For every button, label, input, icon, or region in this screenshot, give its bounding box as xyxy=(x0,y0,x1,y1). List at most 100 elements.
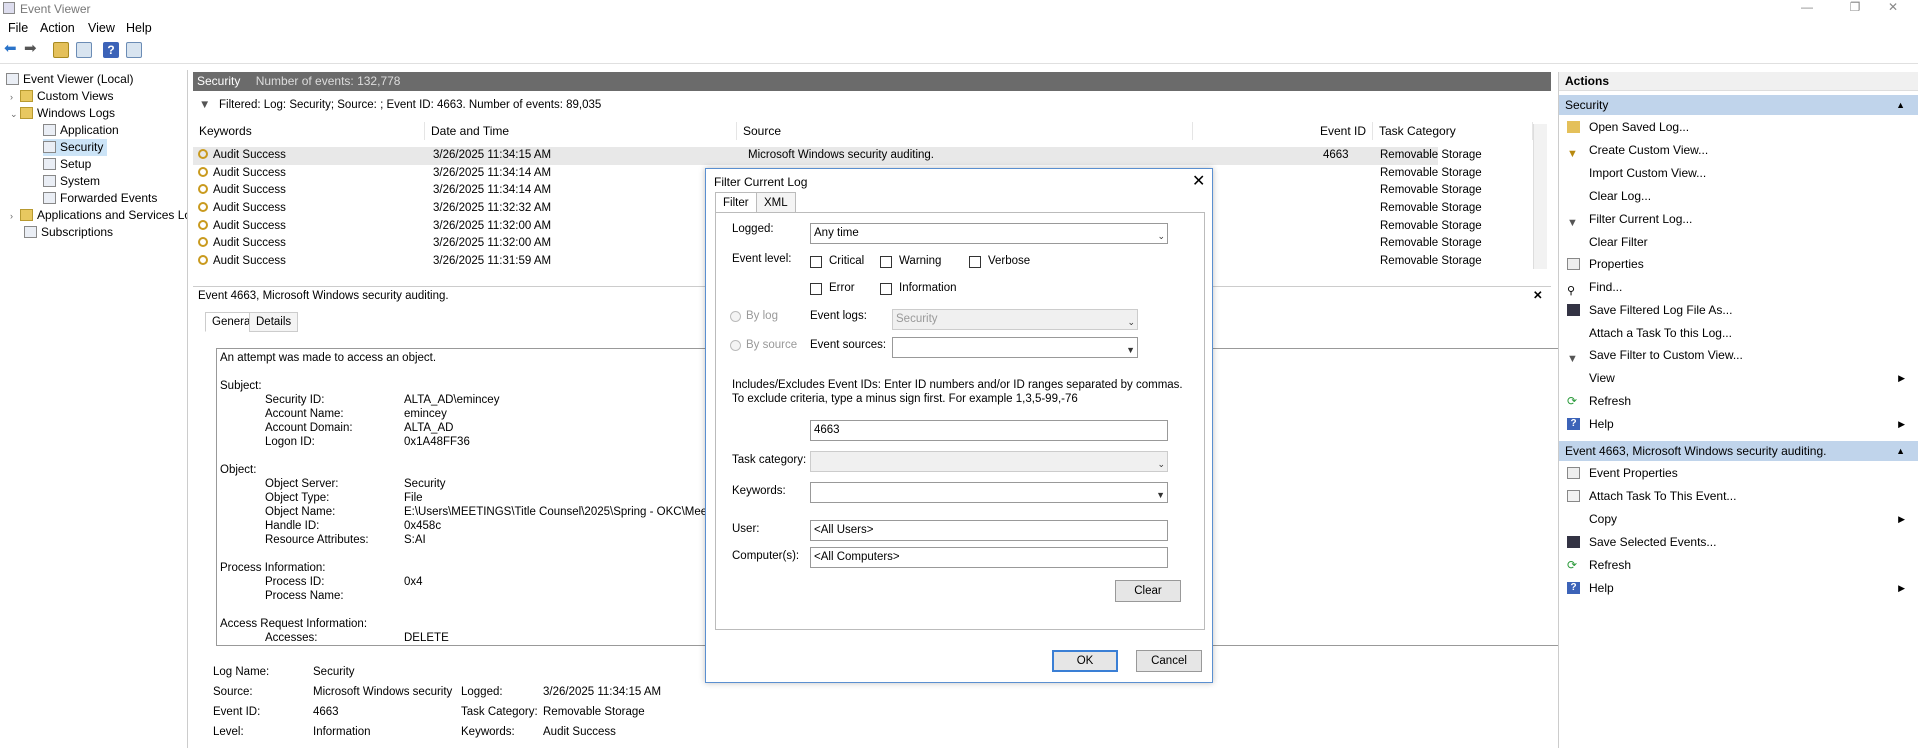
column-source[interactable]: Source xyxy=(737,122,1193,140)
back-arrow-icon[interactable]: ⬅ xyxy=(4,41,20,58)
action-copy[interactable]: Copy ▶ xyxy=(1559,509,1918,529)
log-icon xyxy=(43,141,56,153)
forward-arrow-icon[interactable]: ➡ xyxy=(24,41,40,58)
computers-input[interactable]: <All Computers> xyxy=(810,547,1168,568)
show-hide-action-pane-icon[interactable] xyxy=(126,42,142,58)
window-title: Event Viewer xyxy=(20,2,91,16)
chevron-right-icon[interactable]: › xyxy=(10,208,20,225)
keywords-dropdown[interactable]: ▼ xyxy=(810,482,1168,503)
keywords-cell: Audit Success xyxy=(198,235,286,253)
help-icon[interactable]: ? xyxy=(103,42,119,58)
action-create-custom-view[interactable]: ▼ Create Custom View... xyxy=(1559,140,1918,160)
event-logs-dropdown[interactable]: Security ⌄ xyxy=(892,309,1138,330)
actions-section-event[interactable]: Event 4663, Microsoft Windows security a… xyxy=(1559,441,1918,461)
collapse-icon[interactable]: ▲ xyxy=(1896,441,1905,461)
tab-details[interactable]: Details xyxy=(249,312,299,332)
user-label: User: xyxy=(732,523,760,535)
dialog-tab-xml[interactable]: XML xyxy=(756,192,796,212)
column-date-time[interactable]: Date and Time xyxy=(425,122,737,140)
action-label: Attach a Task To this Log... xyxy=(1589,326,1732,340)
tree-item-security[interactable]: Security xyxy=(43,139,107,156)
maximize-icon[interactable]: ❐ xyxy=(1840,0,1870,16)
action-clear-log[interactable]: Clear Log... xyxy=(1559,186,1918,206)
collapse-icon[interactable]: ▲ xyxy=(1896,95,1905,115)
menu-file[interactable]: File xyxy=(8,21,28,35)
key-icon xyxy=(198,219,208,230)
tree-item-forwarded-events[interactable]: Forwarded Events xyxy=(43,190,157,207)
actions-section-security[interactable]: Security ▲ xyxy=(1559,95,1918,115)
filter-funnel-icon: ▼ xyxy=(199,99,211,111)
menu-view[interactable]: View xyxy=(88,21,115,35)
desc-value: DELETE xyxy=(404,632,449,644)
column-task-category[interactable]: Task Category xyxy=(1373,122,1533,140)
cancel-button[interactable]: Cancel xyxy=(1136,650,1202,672)
by-source-radio[interactable] xyxy=(730,340,741,351)
tree-item-apps-services[interactable]: › Applications and Services Lo xyxy=(10,207,187,225)
field-value-logged: 3/26/2025 11:34:15 AM xyxy=(543,686,662,698)
tree-root[interactable]: Event Viewer (Local) xyxy=(6,71,134,88)
warning-checkbox[interactable] xyxy=(880,256,892,268)
table-row[interactable]: Audit Success 3/26/2025 11:34:15 AM Micr… xyxy=(193,147,1482,165)
event-sources-dropdown[interactable]: ▼ xyxy=(892,337,1138,358)
action-help-event[interactable]: ? Help ▶ xyxy=(1559,578,1918,598)
action-save-selected-events[interactable]: Save Selected Events... xyxy=(1559,532,1918,552)
clear-button[interactable]: Clear xyxy=(1115,580,1181,602)
tree-item-subscriptions[interactable]: Subscriptions xyxy=(24,224,113,241)
chevron-right-icon[interactable]: › xyxy=(10,89,20,106)
action-find[interactable]: ⚲ Find... xyxy=(1559,277,1918,297)
save-icon xyxy=(1567,304,1580,316)
dialog-tab-filter[interactable]: Filter xyxy=(715,192,757,212)
chevron-down-icon[interactable]: ⌄ xyxy=(10,106,20,123)
verbose-label: Verbose xyxy=(988,255,1031,267)
tree-item-custom-views[interactable]: › Custom Views xyxy=(10,88,113,105)
tree-item-system[interactable]: System xyxy=(43,173,100,190)
event-ids-input[interactable]: 4663 xyxy=(810,420,1168,441)
task-category-dropdown[interactable]: ⌄ xyxy=(810,451,1168,472)
action-import-custom-view[interactable]: Import Custom View... xyxy=(1559,163,1918,183)
by-log-radio[interactable] xyxy=(730,311,741,322)
critical-checkbox[interactable] xyxy=(810,256,822,268)
information-checkbox[interactable] xyxy=(880,283,892,295)
action-attach-task-log[interactable]: Attach a Task To this Log... xyxy=(1559,323,1918,343)
chevron-down-icon: ⌄ xyxy=(1157,459,1165,469)
event-logs-value: Security xyxy=(896,313,938,325)
action-properties[interactable]: Properties xyxy=(1559,254,1918,274)
desc-label: Object Server: xyxy=(265,478,339,490)
ok-button[interactable]: OK xyxy=(1052,650,1118,672)
action-help[interactable]: ? Help ▶ xyxy=(1559,414,1918,434)
action-view[interactable]: View ▶ xyxy=(1559,368,1918,388)
event-list-scrollbar[interactable] xyxy=(1533,124,1547,269)
action-attach-task-event[interactable]: Attach Task To This Event... xyxy=(1559,486,1918,506)
logged-value: Any time xyxy=(814,227,859,239)
menu-help[interactable]: Help xyxy=(126,21,152,35)
action-label: Save Filter to Custom View... xyxy=(1589,348,1743,362)
details-close-icon[interactable]: ✕ xyxy=(1533,287,1543,306)
show-hide-tree-icon[interactable] xyxy=(76,42,92,58)
action-refresh-event[interactable]: ⟳ Refresh xyxy=(1559,555,1918,575)
minimize-icon[interactable]: — xyxy=(1792,0,1822,16)
action-save-filter-custom-view[interactable]: ▼ Save Filter to Custom View... xyxy=(1559,345,1918,365)
close-window-icon[interactable]: ✕ xyxy=(1878,0,1908,16)
keywords-cell: Audit Success xyxy=(198,253,286,271)
action-open-saved-log[interactable]: Open Saved Log... xyxy=(1559,117,1918,137)
action-event-properties[interactable]: Event Properties xyxy=(1559,463,1918,483)
field-label: Source: xyxy=(213,686,253,698)
user-input[interactable]: <All Users> xyxy=(810,520,1168,541)
tree-item-setup[interactable]: Setup xyxy=(43,156,91,173)
action-filter-current-log[interactable]: ▼ Filter Current Log... xyxy=(1559,209,1918,229)
menu-action[interactable]: Action xyxy=(40,21,75,35)
action-clear-filter[interactable]: Clear Filter xyxy=(1559,232,1918,252)
tree-item-application[interactable]: Application xyxy=(43,122,119,139)
dialog-close-icon[interactable]: ✕ xyxy=(1192,171,1205,191)
logged-dropdown[interactable]: Any time ⌄ xyxy=(810,223,1168,244)
tree-item-label: Subscriptions xyxy=(41,225,114,239)
action-refresh[interactable]: ⟳ Refresh xyxy=(1559,391,1918,411)
action-save-filtered-log[interactable]: Save Filtered Log File As... xyxy=(1559,300,1918,320)
column-keywords[interactable]: Keywords xyxy=(193,122,425,140)
folder-up-icon[interactable] xyxy=(53,42,69,58)
error-checkbox[interactable] xyxy=(810,283,822,295)
submenu-arrow-icon: ▶ xyxy=(1898,514,1905,524)
verbose-checkbox[interactable] xyxy=(969,256,981,268)
tree-item-windows-logs[interactable]: ⌄ Windows Logs xyxy=(10,105,115,122)
column-event-id[interactable]: Event ID xyxy=(1193,122,1373,140)
